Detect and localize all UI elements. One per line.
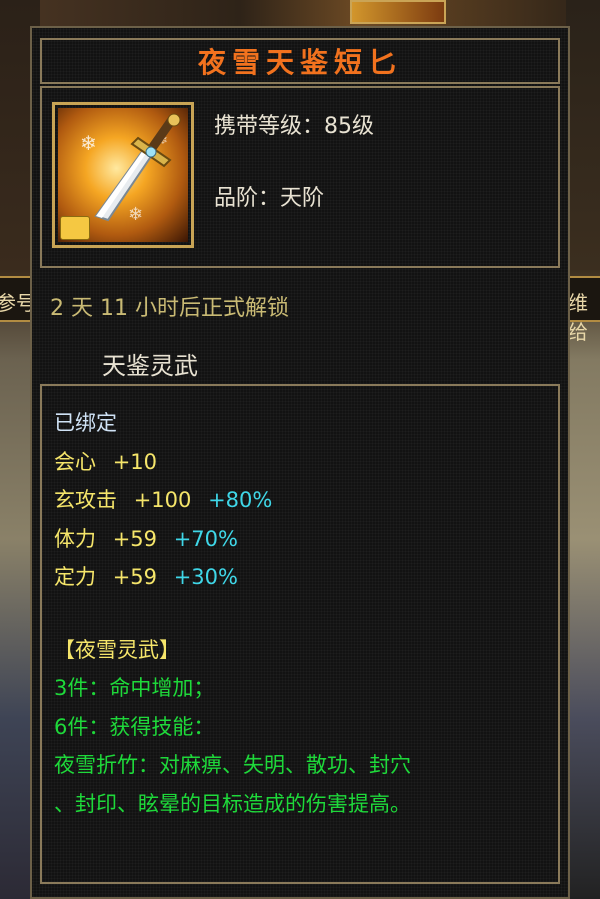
item-category: 天鉴灵武: [102, 352, 198, 380]
attributes-box: 已绑定 会心 +10 玄攻击 +100 +80% 体力 +59 +70% 定力 …: [40, 384, 560, 884]
stat-row: 玄攻击 +100 +80%: [54, 481, 546, 520]
stat-name: 体力: [54, 526, 96, 551]
stat-row: 定力 +59 +30%: [54, 558, 546, 597]
set-bonus-line: 6件：获得技能：: [54, 714, 215, 739]
bound-badge-icon: [60, 216, 90, 240]
bound-status: 已绑定: [54, 411, 117, 435]
background-tab-right-label: 维给: [568, 291, 588, 344]
stat-base: +59: [112, 565, 158, 589]
item-tooltip: 夜雪天鉴短匕 ❄ ❄ ❄: [30, 26, 570, 899]
stat-bonus: +80%: [208, 488, 273, 512]
item-title-box: 夜雪天鉴短匕: [40, 38, 560, 84]
svg-text:❄: ❄: [80, 131, 97, 155]
unlock-timer: 2 天 11 小时后正式解锁: [50, 296, 289, 321]
stat-row: 体力 +59 +70%: [54, 520, 546, 559]
item-grade: 品阶：天阶: [214, 186, 325, 211]
set-bonus-line: 3件：命中增加；: [54, 676, 215, 700]
skill-slot-icon[interactable]: [350, 0, 446, 24]
stat-base: +100: [133, 488, 192, 512]
background-tab-right[interactable]: 维给: [566, 276, 600, 344]
stat-name: 定力: [54, 565, 96, 589]
set-title: 【夜雪灵武】: [54, 637, 180, 662]
stat-bonus: +30%: [173, 565, 238, 589]
stat-base: +59: [112, 526, 158, 551]
level-requirement: 携带等级：85级: [214, 114, 374, 139]
svg-text:❄: ❄: [128, 204, 143, 225]
set-bonus-line: 、封印、眩晕的目标造成的伤害提高。: [54, 791, 411, 816]
stat-bonus: +70%: [173, 526, 238, 551]
item-header: ❄ ❄ ❄ 携带等级：85级 品阶：天阶: [40, 86, 560, 268]
item-name: 夜雪天鉴短匕: [197, 46, 402, 79]
stat-name: 玄攻击: [54, 488, 117, 512]
background-right: [566, 0, 600, 899]
stat-row: 会心 +10: [54, 443, 546, 482]
set-bonus-line: 夜雪折竹：对麻痹、失明、散功、封穴: [54, 753, 411, 777]
stat-name: 会心: [54, 449, 96, 474]
item-icon-frame: ❄ ❄ ❄: [52, 102, 194, 248]
dagger-icon: ❄ ❄ ❄: [58, 108, 188, 242]
stat-base: +10: [112, 449, 158, 474]
